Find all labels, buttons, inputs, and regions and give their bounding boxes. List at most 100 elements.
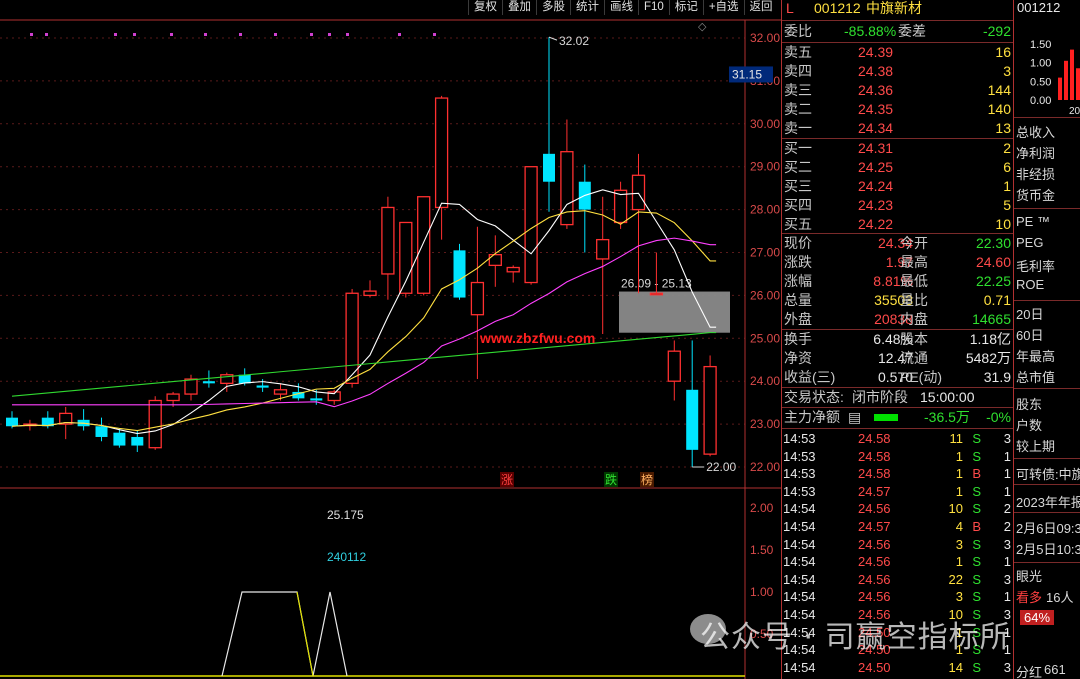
tick-row: 14:53 24.58 11 S 3 (782, 430, 1013, 448)
signal-dot (30, 33, 33, 36)
tick-row: 14:54 24.56 3 S 3 (782, 536, 1013, 554)
indicator-axis-label: 1.00 (750, 585, 774, 599)
quote-label: 总量 (784, 292, 812, 308)
tick-time: 14:54 (783, 589, 816, 605)
signal-dots (30, 33, 436, 36)
indicator-line-2 (296, 591, 314, 677)
tick-volume: 22 (948, 571, 963, 587)
weibi-label: 委比 (784, 23, 812, 39)
bid-label: 买四 (784, 197, 812, 213)
side-bar-caption: 20 (1069, 106, 1080, 117)
candle-20 (363, 280, 377, 298)
bid-volume: 5 (1003, 197, 1011, 213)
tick-direction: S (972, 589, 981, 605)
bid-volume: 2 (1003, 140, 1011, 156)
bid-row: 买四 24.23 5 (782, 196, 1013, 215)
side-valuation-2: 毛利率 (1016, 259, 1056, 274)
current-price-tag-label: 31.15 (732, 67, 762, 81)
bid-price: 24.25 (858, 159, 894, 175)
info-label-2: 流通 (900, 350, 928, 366)
tick-volume: 1 (955, 483, 963, 499)
side-valuation-0: PE ™ (1016, 214, 1050, 229)
price-axis-label: 22.00 (750, 460, 780, 474)
bid-volume: 10 (995, 216, 1011, 232)
ma20-line (12, 237, 717, 408)
tick-time: 14:54 (783, 536, 816, 552)
low-label: 22.00 (706, 460, 736, 474)
candle-10 (184, 374, 198, 401)
ma60-line (11, 332, 717, 397)
side-valuation-3: ROE (1016, 277, 1045, 292)
candle-30 (543, 37, 555, 212)
stock-code: 001212 (814, 0, 861, 16)
tick-count: 3 (1003, 536, 1011, 552)
signal-dot (274, 33, 277, 36)
divider (782, 428, 1013, 429)
indicator-value-1: 25.175 (327, 508, 364, 522)
candle-22 (399, 221, 413, 298)
tick-count: 1 (1003, 554, 1011, 570)
quote-value-2: 14665 (972, 311, 1011, 327)
candle-23 (417, 196, 431, 296)
tick-price: 24.56 (858, 536, 891, 552)
site-label: www.zbzfwu.com (479, 330, 595, 346)
main-flow-label: 主力净额 (784, 409, 840, 425)
signal-dot (239, 33, 242, 36)
ask-volume: 13 (995, 120, 1011, 136)
quote-label-2: 今开 (900, 235, 928, 251)
signal-dot (328, 33, 331, 36)
tick-row: 14:54 24.57 4 B 2 (782, 518, 1013, 536)
ask-volume: 3 (1003, 63, 1011, 79)
price-axis-label: 26.00 (750, 288, 780, 302)
bid-label: 买一 (784, 140, 812, 156)
price-axis-label: 30.00 (750, 117, 780, 131)
weicha-value: -292 (982, 23, 1011, 39)
tick-row: 14:54 24.56 1 S 1 (782, 553, 1013, 571)
candle-19 (345, 288, 359, 388)
bid-row: 买一 24.31 2 (782, 139, 1013, 158)
candle-39 (703, 355, 717, 457)
tick-time: 14:54 (783, 554, 816, 570)
tick-direction: S (972, 501, 981, 517)
ask-label: 卖二 (784, 101, 812, 117)
side-finance-2: 非经损 (1016, 167, 1056, 182)
quote-value-2: 22.25 (975, 273, 1011, 289)
tick-time: 14:53 (783, 483, 816, 499)
side-bar (1058, 77, 1062, 100)
ask-row: 卖五 24.39 16 (782, 43, 1013, 62)
candle-37 (667, 340, 681, 401)
candle-5 (95, 417, 108, 442)
side-divider (1014, 484, 1080, 485)
ask-label: 卖四 (784, 63, 812, 79)
side-range-2: 年最高 (1016, 349, 1056, 364)
bid-volume: 6 (1003, 159, 1011, 175)
divider (782, 20, 1013, 21)
signal-dot (346, 33, 349, 36)
signal-dot (398, 33, 401, 36)
main-flow-pct: -0% (986, 409, 1011, 425)
tick-row: 14:53 24.58 1 S 1 (782, 448, 1013, 466)
kline-chart[interactable]: 32.0031.0030.0029.0028.0027.0026.0025.00… (0, 0, 781, 679)
side-bar (1064, 60, 1068, 100)
candle-18 (327, 389, 341, 405)
side-finance-3: 货币金 (1016, 188, 1056, 203)
indicator-line (221, 591, 348, 677)
bid-label: 买二 (784, 159, 812, 175)
side-axis-label: 1.00 (1030, 58, 1051, 70)
bid-label: 买五 (784, 216, 812, 232)
price-axis-label: 23.00 (750, 417, 780, 431)
tick-count: 3 (1003, 571, 1011, 587)
signal-dot (433, 33, 436, 36)
ask-row: 卖三 24.36 144 (782, 81, 1013, 100)
main-flow-row: 主力净额 ▤ -36.5万 -0% (782, 408, 1013, 427)
tick-count: 3 (1003, 659, 1011, 675)
side-divider (1014, 512, 1080, 513)
side-divider (1014, 562, 1080, 563)
signal-dot (310, 33, 313, 36)
ask-label: 卖五 (784, 44, 812, 60)
ask-price: 24.38 (858, 63, 894, 79)
info-row: 收益(三) 0.570 PE(动) 31.9 (782, 368, 1013, 387)
quote-row: 外盘 20838 内盘 14665 (782, 310, 1013, 329)
marker-bang: 榜 (641, 472, 653, 487)
tick-time: 14:54 (783, 519, 816, 534)
